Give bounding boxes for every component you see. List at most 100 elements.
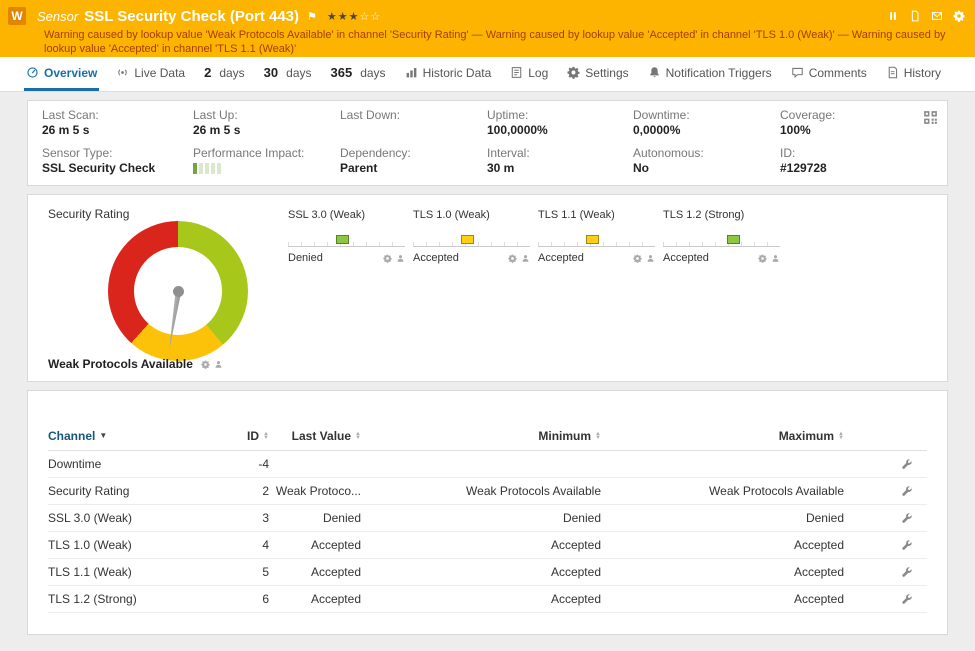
- security-rating-gauge: [108, 221, 248, 361]
- gear-icon[interactable]: [383, 254, 392, 263]
- info-label: Sensor Type:: [42, 146, 113, 160]
- mail-icon[interactable]: [931, 10, 943, 22]
- wrench-icon[interactable]: [901, 458, 913, 470]
- table-row[interactable]: SSL 3.0 (Weak) 3 Denied Denied Denied: [48, 505, 927, 532]
- cell-id: 6: [262, 592, 269, 606]
- col-header-channel[interactable]: Channel ▼: [48, 429, 203, 443]
- col-header-label: ID: [247, 428, 260, 443]
- sensor-header: W Sensor SSL Security Check (Port 443) ⚑…: [0, 0, 975, 57]
- flag-icon: ⚑: [307, 10, 317, 23]
- gear-icon[interactable]: [758, 254, 767, 263]
- info-performance-impact: Performance Impact:: [193, 147, 340, 176]
- wrench-icon[interactable]: [901, 566, 913, 578]
- mini-gauge-marker-fill: [727, 235, 741, 244]
- user-icon[interactable]: [646, 254, 655, 263]
- info-id: ID: #129728: [780, 147, 933, 176]
- gauge-value: Weak Protocols Available: [48, 357, 193, 371]
- cell-actions: [844, 512, 927, 524]
- tab-log[interactable]: Log: [508, 57, 550, 91]
- object-kind-label: Sensor: [37, 8, 79, 24]
- mini-gauge-bottom: Accepted: [538, 252, 655, 264]
- cell-id: 4: [262, 538, 269, 552]
- tab-settings[interactable]: Settings: [565, 57, 630, 91]
- info-value: Parent: [340, 161, 378, 175]
- cell-actions: [844, 539, 927, 551]
- info-coverage: Coverage: 100%: [780, 109, 933, 138]
- table-row[interactable]: Downtime -4: [48, 451, 927, 478]
- col-header-label: Minimum: [538, 428, 592, 443]
- pause-icon[interactable]: [887, 10, 899, 22]
- tab-overview[interactable]: Overview: [24, 57, 100, 91]
- user-icon[interactable]: [214, 360, 223, 369]
- col-header-maximum[interactable]: Maximum ▲ ▼: [601, 429, 844, 443]
- info-value: SSL Security Check: [42, 161, 156, 175]
- gear-icon[interactable]: [508, 254, 517, 263]
- cell-maximum: Accepted: [793, 565, 844, 579]
- mini-gauge-title: TLS 1.1 (Weak): [538, 209, 615, 221]
- stars-empty: ☆☆: [359, 10, 382, 23]
- user-icon[interactable]: [771, 254, 780, 263]
- mini-gauge-marker: [727, 235, 741, 244]
- tab-historic-data[interactable]: Historic Data: [403, 57, 494, 91]
- mini-gauge-marker-fill: [335, 235, 349, 244]
- cell-last-value: Weak Protoco...: [275, 484, 361, 498]
- gear-icon[interactable]: [201, 360, 210, 369]
- performance-impact-bars: [193, 163, 340, 174]
- info-sensor-type: Sensor Type: SSL Security Check: [42, 147, 193, 176]
- tab-history[interactable]: History: [884, 57, 943, 91]
- report-icon[interactable]: [909, 10, 921, 22]
- tab-30-days[interactable]: 30 days: [262, 57, 314, 91]
- tab-2-days[interactable]: 2 days: [202, 57, 247, 91]
- info-last-up: Last Up: 26 m 5 s: [193, 109, 340, 138]
- wrench-icon[interactable]: [901, 539, 913, 551]
- gauges-panel: Security Rating Weak Protocols Available…: [27, 194, 948, 382]
- mini-gauge-icons: [508, 254, 530, 263]
- mini-gauge-icons: [633, 254, 655, 263]
- qr-code-icon[interactable]: [922, 109, 939, 126]
- col-header-last-value[interactable]: Last Value ▲ ▼: [269, 429, 361, 443]
- mini-gauge-marker-fill: [460, 235, 474, 244]
- tab-label: Overview: [44, 65, 98, 80]
- tab-label: History: [903, 65, 942, 80]
- tab-comments[interactable]: Comments: [789, 57, 869, 91]
- comment-icon: [791, 66, 804, 79]
- gear-icon[interactable]: [633, 254, 642, 263]
- info-dependency: Dependency: Parent: [340, 147, 487, 176]
- gear-icon: [567, 66, 580, 79]
- wrench-icon[interactable]: [901, 593, 913, 605]
- tab-notification-triggers[interactable]: Notification Triggers: [646, 57, 774, 91]
- user-icon[interactable]: [521, 254, 530, 263]
- page-title: SSL Security Check (Port 443): [84, 7, 300, 25]
- tab-label: Notification Triggers: [665, 65, 772, 80]
- cell-minimum: Denied: [562, 511, 601, 525]
- page-content: Last Scan: 26 m 5 s Last Up: 26 m 5 s La…: [0, 92, 975, 651]
- info-last-down: Last Down:: [340, 109, 487, 138]
- priority-stars[interactable]: ★★★☆☆: [327, 10, 381, 23]
- table-row[interactable]: TLS 1.1 (Weak) 5 Accepted Accepted Accep…: [48, 559, 927, 586]
- tab-live-data[interactable]: Live Data: [114, 57, 187, 91]
- mini-gauge-marker-fill: [585, 235, 599, 244]
- tab-365-days[interactable]: 365 days: [329, 57, 388, 91]
- table-row[interactable]: TLS 1.2 (Strong) 6 Accepted Accepted Acc…: [48, 586, 927, 613]
- table-row[interactable]: Security Rating 2 Weak Protoco... Weak P…: [48, 478, 927, 505]
- settings-icon[interactable]: [953, 10, 965, 22]
- info-value: [340, 123, 487, 138]
- info-label: Last Down:: [340, 108, 401, 122]
- col-header-id[interactable]: ID ▲ ▼: [203, 429, 269, 443]
- table-row[interactable]: TLS 1.0 (Weak) 4 Accepted Accepted Accep…: [48, 532, 927, 559]
- tab-label: days: [219, 65, 245, 80]
- wrench-icon[interactable]: [901, 485, 913, 497]
- cell-channel: TLS 1.2 (Strong): [48, 592, 137, 606]
- mini-gauge-title: SSL 3.0 (Weak): [288, 209, 366, 221]
- cell-channel: TLS 1.0 (Weak): [48, 538, 132, 552]
- info-label: Uptime:: [487, 108, 529, 122]
- user-icon[interactable]: [396, 254, 405, 263]
- wrench-icon[interactable]: [901, 512, 913, 524]
- mini-gauge-track: [538, 235, 655, 247]
- mini-gauge-title: TLS 1.2 (Strong): [663, 209, 745, 221]
- cell-channel: TLS 1.1 (Weak): [48, 565, 132, 579]
- tab-label: Comments: [808, 65, 867, 80]
- cell-last-value: Accepted: [310, 565, 361, 579]
- col-header-label: Maximum: [778, 428, 835, 443]
- col-header-minimum[interactable]: Minimum ▲ ▼: [361, 429, 601, 443]
